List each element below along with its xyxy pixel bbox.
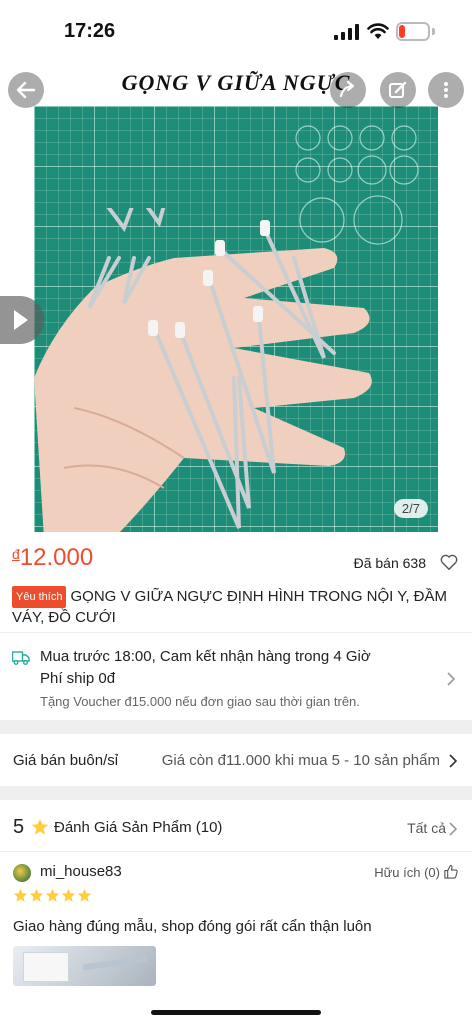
image-counter: 2/7 xyxy=(393,499,428,518)
reviews-header[interactable]: 5 Đánh Giá Sản Phẩm (10) Tất cả xyxy=(0,806,472,850)
chevron-right-icon xyxy=(447,672,456,686)
currency-symbol: đ xyxy=(12,546,20,562)
edit-button[interactable] xyxy=(380,72,416,108)
review-comment: Giao hàng đúng mẫu, shop đóng gói rất cẩ… xyxy=(13,918,372,935)
thumbs-up-icon[interactable] xyxy=(443,864,458,879)
back-button[interactable] xyxy=(8,72,44,108)
shipping-fee: Phí ship 0đ xyxy=(40,670,116,687)
review-photo-packaging xyxy=(23,952,69,982)
price-value: 12.000 xyxy=(19,544,94,571)
wifi-icon xyxy=(367,23,389,39)
arrow-left-icon xyxy=(16,81,36,99)
wholesale-price-row[interactable]: Giá bán buôn/sỉ Giá còn đ11.000 khi mua … xyxy=(0,738,472,784)
star-icon xyxy=(45,888,60,902)
review-username[interactable]: mi_house83 xyxy=(40,863,122,880)
section-divider xyxy=(0,720,472,734)
reviews-heading: Đánh Giá Sản Phẩm (10) xyxy=(54,819,223,836)
review-photo-wire xyxy=(82,955,148,971)
battery-percent: 20 xyxy=(405,24,421,39)
star-icon xyxy=(31,818,49,835)
product-photo-hand-with-wires xyxy=(34,208,372,532)
product-title-text: GỌNG V GIỮA NGỰC ĐỊNH HÌNH TRONG NỘI Y, … xyxy=(12,588,447,626)
more-options-button[interactable] xyxy=(428,72,464,108)
battery-cap xyxy=(432,28,435,35)
favorite-badge: Yêu thích xyxy=(12,586,67,608)
chevron-right-icon xyxy=(449,754,458,768)
star-icon xyxy=(77,888,92,902)
delivery-guarantee: Mua trước 18:00, Cam kết nhận hàng trong… xyxy=(40,648,371,665)
section-divider xyxy=(0,786,472,800)
chevron-right-icon xyxy=(449,822,458,836)
rating-score: 5 xyxy=(13,816,25,838)
image-title: GỌNG V GIỮA NGỰC xyxy=(121,70,351,95)
shipping-info[interactable]: Mua trước 18:00, Cam kết nhận hàng trong… xyxy=(0,638,472,718)
divider xyxy=(0,632,472,633)
play-icon xyxy=(14,310,28,330)
sold-count: Đã bán 638 xyxy=(353,555,426,571)
see-all-reviews-link[interactable]: Tất cả xyxy=(407,820,446,836)
home-indicator[interactable] xyxy=(151,1010,321,1015)
voucher-note: Tặng Voucher đ15.000 nếu đơn giao sau th… xyxy=(40,694,360,709)
cellular-signal-icon xyxy=(334,24,359,40)
status-bar: 17:26 20 xyxy=(0,0,472,58)
divider xyxy=(0,851,472,852)
wholesale-value: Giá còn đ11.000 khi mua 5 - 10 sản phẩm xyxy=(161,752,440,769)
wholesale-label: Giá bán buôn/sỉ xyxy=(13,752,119,769)
truck-icon xyxy=(12,651,30,665)
product-image-gallery[interactable]: GỌNG V GIỮA NGỰC 2/7 xyxy=(34,58,438,532)
avatar[interactable] xyxy=(13,864,31,882)
product-price: đ12.000 xyxy=(12,544,93,572)
helpful-count[interactable]: Hữu ích (0) xyxy=(374,865,440,880)
star-icon xyxy=(61,888,76,902)
share-button[interactable] xyxy=(330,72,366,108)
star-icon xyxy=(29,888,44,902)
review-photo[interactable] xyxy=(13,946,156,986)
status-time: 17:26 xyxy=(64,20,116,42)
more-vertical-icon xyxy=(444,82,448,98)
heart-icon[interactable] xyxy=(440,553,458,571)
edit-icon xyxy=(389,81,407,98)
share-icon xyxy=(339,80,355,98)
review-star-rating xyxy=(13,888,92,904)
battery-icon: 20 xyxy=(396,22,430,41)
product-title: Yêu thích GỌNG V GIỮA NGỰC ĐỊNH HÌNH TRON… xyxy=(12,586,460,628)
star-icon xyxy=(13,888,28,902)
